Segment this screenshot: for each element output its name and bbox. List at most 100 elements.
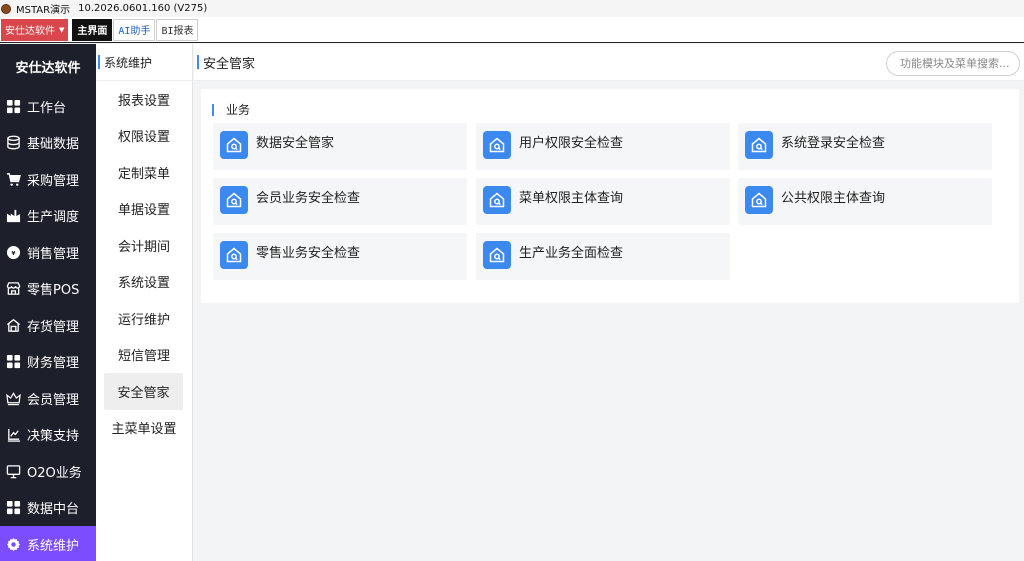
crown-icon bbox=[5, 390, 21, 406]
cart-icon bbox=[5, 171, 21, 187]
nav-item-label: 数据中台 bbox=[27, 502, 80, 518]
company-selector-label: 安仕达软件 bbox=[5, 26, 55, 37]
house-icon bbox=[745, 186, 773, 214]
nav-item-label: 零售POS bbox=[27, 283, 80, 299]
subnav-title: 系统维护 bbox=[96, 44, 192, 81]
card-label: 用户权限安全检查 bbox=[519, 136, 624, 151]
nav-item-label: 存货管理 bbox=[27, 319, 80, 335]
caret-down-icon: ▼ bbox=[59, 25, 65, 34]
nav-item-member[interactable]: 会员管理 bbox=[0, 380, 96, 417]
nav-item-inventory[interactable]: 存货管理 bbox=[0, 307, 96, 344]
section-title: 业务 bbox=[212, 101, 250, 118]
database-icon bbox=[5, 135, 21, 151]
brand-title: 安仕达软件 bbox=[15, 60, 81, 76]
tab-bi-report[interactable]: BI报表 bbox=[156, 18, 199, 41]
section-title-label: 业务 bbox=[226, 103, 251, 117]
nav-item-label: 基础数据 bbox=[27, 137, 80, 153]
decision-icon bbox=[5, 427, 21, 443]
nav-item-purchase[interactable]: 采购管理 bbox=[0, 161, 96, 198]
nav-item-label: 系统维护 bbox=[27, 538, 80, 554]
left-nav: 安仕达软件 工作台 基础数据 采购管理 生产调度 ¥ 销售管理 零售POS 存货… bbox=[0, 44, 96, 561]
grid-icon bbox=[5, 354, 21, 370]
nav-item-label: 采购管理 bbox=[27, 173, 80, 189]
gear-icon bbox=[5, 536, 21, 552]
card-data-security-manager[interactable]: 数据安全管家 bbox=[213, 123, 467, 170]
card-production-business-check[interactable]: 生产业务全面检查 bbox=[476, 233, 730, 280]
house-icon bbox=[483, 241, 511, 269]
subnav-item-operation-maintenance[interactable]: 运行维护 bbox=[96, 300, 192, 337]
top-tabstrip: 安仕达软件 ▼ 主界面 AI助手 BI报表 bbox=[0, 17, 1024, 43]
card-system-login-check[interactable]: 系统登录安全检查 bbox=[738, 123, 992, 170]
page-title: 安全管家 bbox=[203, 56, 256, 72]
title-accent-bar bbox=[197, 55, 199, 69]
app-logo-icon bbox=[1, 3, 11, 14]
window-titlebar: MSTAR演示 10.2026.0601.160 (V275) bbox=[0, 0, 1024, 17]
tab-ai-assistant[interactable]: AI助手 bbox=[113, 18, 156, 41]
subnav-item-sms-management[interactable]: 短信管理 bbox=[96, 337, 192, 374]
card-label: 会员业务安全检查 bbox=[256, 191, 361, 206]
subnav-item-document-settings[interactable]: 单据设置 bbox=[96, 191, 192, 228]
house-icon bbox=[220, 131, 248, 159]
svg-text:¥: ¥ bbox=[11, 251, 15, 257]
store-icon bbox=[5, 281, 21, 297]
tab-main[interactable]: 主界面 bbox=[72, 18, 113, 41]
nav-item-basic-data[interactable]: 基础数据 bbox=[0, 125, 96, 162]
house-icon bbox=[220, 186, 248, 214]
card-label: 零售业务安全检查 bbox=[256, 246, 361, 261]
sales-icon: ¥ bbox=[5, 244, 21, 260]
card-retail-business-check[interactable]: 零售业务安全检查 bbox=[213, 233, 467, 280]
card-member-business-check[interactable]: 会员业务安全检查 bbox=[213, 178, 467, 225]
company-selector-button[interactable]: 安仕达软件 ▼ bbox=[1, 18, 69, 41]
house-icon bbox=[483, 131, 511, 159]
house-icon bbox=[483, 186, 511, 214]
card-user-permission-check[interactable]: 用户权限安全检查 bbox=[476, 123, 730, 170]
grid-icon bbox=[5, 98, 21, 114]
nav-item-retail-pos[interactable]: 零售POS bbox=[0, 271, 96, 308]
subnav-item-report-settings[interactable]: 报表设置 bbox=[96, 81, 192, 118]
subnav-item-main-menu-settings[interactable]: 主菜单设置 bbox=[96, 410, 192, 447]
subnav-title-label: 系统维护 bbox=[104, 55, 153, 70]
nav-item-label: 财务管理 bbox=[27, 356, 80, 372]
content-header: 安全管家 bbox=[194, 44, 1024, 81]
nav-item-decision[interactable]: 决策支持 bbox=[0, 417, 96, 454]
nav-item-system-maintenance[interactable]: 系统维护 bbox=[0, 526, 96, 561]
tab-main-label: 主界面 bbox=[77, 26, 108, 37]
section-accent-bar bbox=[212, 103, 214, 116]
house-icon bbox=[745, 131, 773, 159]
sub-nav: 系统维护 报表设置 权限设置 定制菜单 单据设置 会计期间 系统设置 运行维护 … bbox=[96, 44, 193, 561]
nav-item-data-center[interactable]: 数据中台 bbox=[0, 490, 96, 527]
nav-item-workbench[interactable]: 工作台 bbox=[0, 88, 96, 125]
card-label: 生产业务全面检查 bbox=[519, 246, 624, 261]
monitor-icon bbox=[5, 463, 21, 479]
nav-item-production[interactable]: 生产调度 bbox=[0, 198, 96, 235]
card-public-permission-query[interactable]: 公共权限主体查询 bbox=[738, 178, 992, 225]
card-label: 系统登录安全检查 bbox=[781, 136, 886, 151]
nav-item-label: 工作台 bbox=[27, 100, 67, 116]
nav-item-sales[interactable]: ¥ 销售管理 bbox=[0, 234, 96, 271]
card-menu-permission-query[interactable]: 菜单权限主体查询 bbox=[476, 178, 730, 225]
nav-item-finance[interactable]: 财务管理 bbox=[0, 344, 96, 381]
house-icon bbox=[220, 241, 248, 269]
tab-bi-report-label: BI报表 bbox=[161, 26, 194, 37]
title-accent-bar bbox=[98, 55, 100, 69]
tab-ai-assistant-label: AI助手 bbox=[118, 26, 151, 37]
grid-icon bbox=[5, 500, 21, 516]
subnav-item-custom-menu[interactable]: 定制菜单 bbox=[96, 154, 192, 191]
nav-item-label: 会员管理 bbox=[27, 392, 80, 408]
window-title: MSTAR演示 bbox=[16, 5, 71, 16]
window-version: 10.2026.0601.160 (V275) bbox=[78, 3, 208, 14]
card-label: 公共权限主体查询 bbox=[781, 191, 886, 206]
subnav-item-accounting-period[interactable]: 会计期间 bbox=[96, 227, 192, 264]
business-panel: 业务 数据安全管家 用户权限安全检查 系统登录安全检查 会员业务安全检查 菜单权… bbox=[201, 89, 1019, 303]
nav-item-label: O2O业务 bbox=[27, 465, 82, 481]
nav-item-label: 决策支持 bbox=[27, 429, 80, 445]
warehouse-icon bbox=[5, 317, 21, 333]
subnav-item-security-manager[interactable]: 安全管家 bbox=[104, 373, 183, 410]
subnav-item-system-settings[interactable]: 系统设置 bbox=[96, 264, 192, 301]
nav-item-o2o[interactable]: O2O业务 bbox=[0, 453, 96, 490]
nav-item-label: 生产调度 bbox=[27, 210, 80, 226]
search-input[interactable] bbox=[886, 51, 1020, 76]
subnav-item-permission-settings[interactable]: 权限设置 bbox=[96, 118, 192, 155]
nav-item-label: 销售管理 bbox=[27, 246, 80, 262]
card-label: 数据安全管家 bbox=[256, 136, 335, 151]
